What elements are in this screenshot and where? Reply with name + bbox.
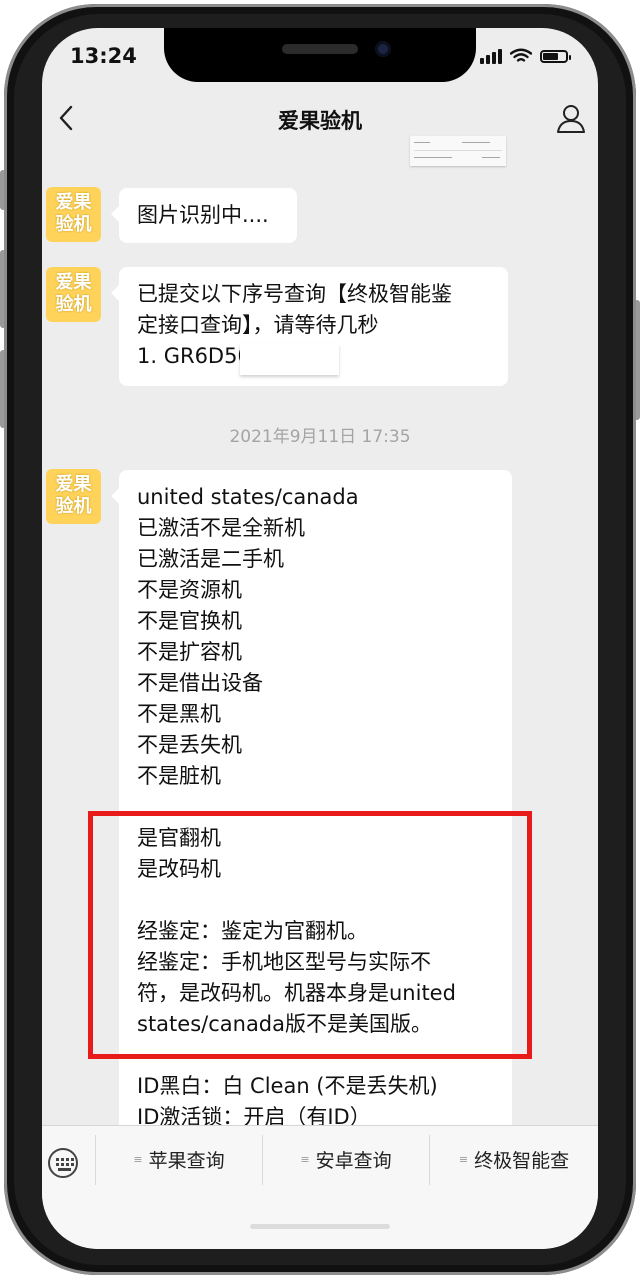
- menu-item-label: 终极智能查: [474, 1149, 570, 1172]
- message-line: [137, 792, 494, 823]
- message-line: 符，是改码机。机器本身是united: [137, 981, 456, 1005]
- menu-item-android-query[interactable]: ≡ 安卓查询: [263, 1126, 429, 1192]
- message-line: ID黑白：白 Clean (不是丢失机): [137, 1074, 438, 1098]
- keyboard-icon[interactable]: [48, 1148, 78, 1178]
- menu-lines-icon: ≡: [300, 1152, 310, 1166]
- message-line: 经鉴定：手机地区型号与实际不: [137, 950, 431, 974]
- message-line: 不是借出设备: [137, 671, 263, 695]
- message-line: 定接口查询】，请等待几秒: [137, 313, 379, 337]
- message-line: [137, 885, 494, 916]
- message-bubble[interactable]: 图片识别中....: [111, 188, 297, 243]
- message-line: 是官翻机: [137, 826, 221, 850]
- menu-lines-icon: ≡: [458, 1152, 469, 1166]
- menu-item-label: 安卓查询: [315, 1149, 392, 1172]
- status-icons: [480, 48, 571, 64]
- message-line: 不是脏机: [137, 764, 221, 788]
- status-time: 13:24: [70, 44, 137, 68]
- back-chevron-icon[interactable]: [50, 101, 84, 135]
- image-thumbnail[interactable]: [410, 136, 506, 166]
- notch: [164, 28, 476, 82]
- person-icon[interactable]: [554, 101, 588, 135]
- chat-title: 爱果验机: [278, 109, 362, 133]
- bot-avatar[interactable]: 爱果 验机: [46, 187, 101, 242]
- wifi-icon: [510, 48, 532, 62]
- message-line: 已激活不是全新机: [137, 516, 305, 540]
- message-line: 是改码机: [137, 857, 221, 881]
- battery-icon: [540, 49, 571, 63]
- phone-screen: 13:24 爱果验机 爱果 验机 图片识别中.... 爱果 验机 已提交以下序号…: [42, 28, 598, 1249]
- message-line: 不是官换机: [137, 609, 242, 633]
- home-indicator[interactable]: [250, 1224, 390, 1229]
- message-line: states/canada版不是美国版。: [137, 1012, 433, 1036]
- battery-level: [543, 52, 558, 60]
- menu-lines-icon: ≡: [133, 1152, 143, 1166]
- bot-avatar[interactable]: 爱果 验机: [46, 469, 101, 524]
- menu-item-apple-query[interactable]: ≡ 苹果查询: [96, 1126, 262, 1192]
- message-line: 已激活是二手机: [137, 547, 284, 571]
- bot-avatar[interactable]: 爱果 验机: [46, 267, 101, 322]
- nav-bar: 爱果验机: [42, 88, 598, 148]
- bottom-menu-bar: ≡ 苹果查询 ≡ 安卓查询 ≡ 终极智能查: [42, 1125, 598, 1249]
- earpiece-speaker: [282, 44, 358, 54]
- message-line: 已提交以下序号查询【终极智能鉴: [137, 282, 452, 306]
- message-line: 不是丢失机: [137, 733, 242, 757]
- message-line: 不是黑机: [137, 702, 221, 726]
- message-line: 不是资源机: [137, 578, 242, 602]
- message-line: 经鉴定：鉴定为官翻机。: [137, 919, 368, 943]
- message-bubble[interactable]: united states/canada 已激活不是全新机 已激活是二手机 不是…: [111, 470, 512, 1150]
- cellular-signal-icon: [480, 48, 502, 64]
- message-line: united states/canada: [137, 485, 359, 509]
- message-line: 图片识别中....: [137, 203, 269, 227]
- chat-timestamp: 2021年9月11日 17:35: [229, 427, 411, 447]
- message-line: 不是扩容机: [137, 640, 242, 664]
- front-camera: [375, 41, 391, 57]
- message-line: [137, 1040, 494, 1071]
- redaction-patch: [240, 344, 339, 375]
- menu-item-ultimate-query[interactable]: ≡ 终极智能查: [430, 1126, 598, 1192]
- status-bar: 13:24: [42, 28, 598, 84]
- menu-item-label: 苹果查询: [148, 1149, 225, 1172]
